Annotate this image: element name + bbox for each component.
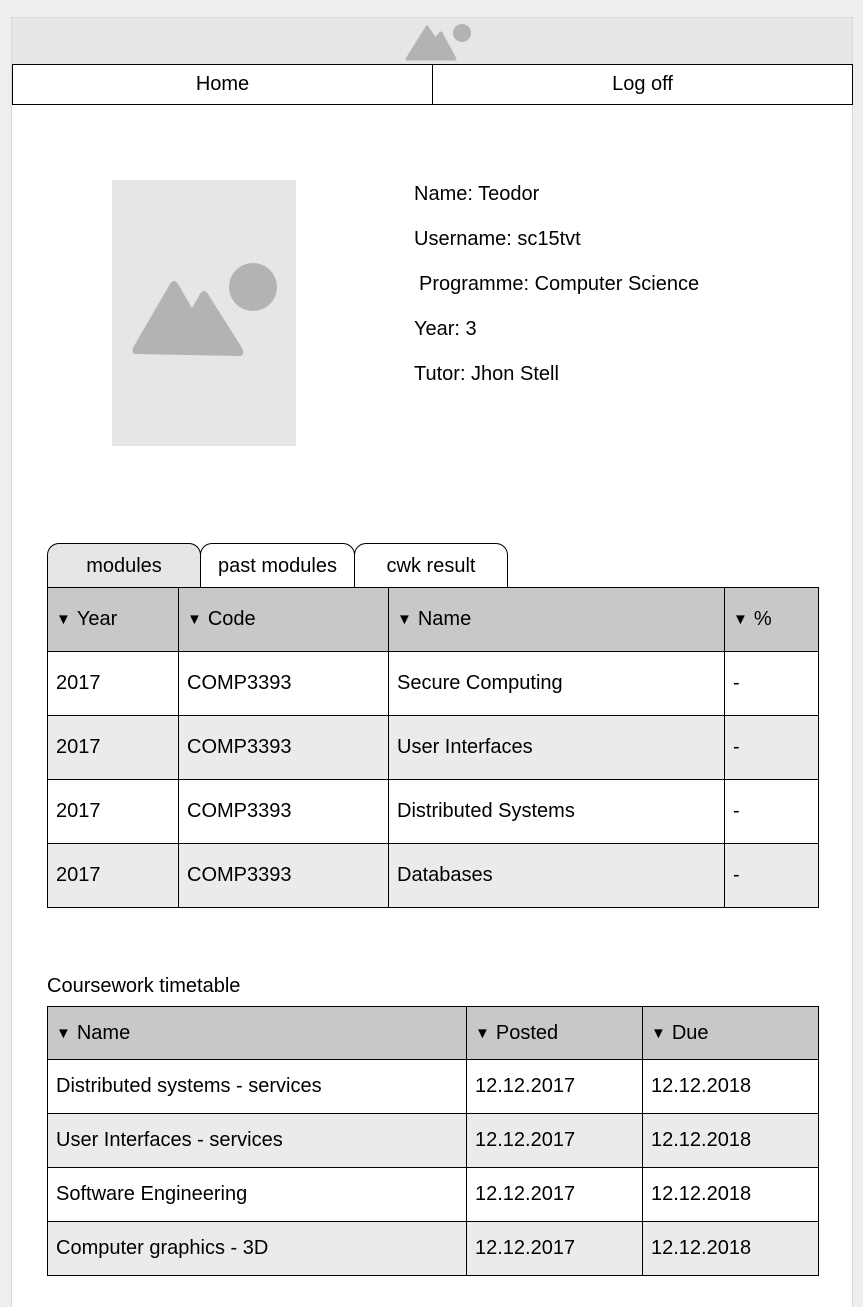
cell-name: Databases bbox=[388, 843, 725, 908]
cell-name: Computer graphics - 3D bbox=[47, 1221, 467, 1276]
cell-percent: - bbox=[724, 715, 819, 780]
sort-down-icon: ▼ bbox=[187, 611, 202, 628]
table-row[interactable]: 2017 COMP3393 Distributed Systems - bbox=[47, 779, 819, 844]
cell-percent: - bbox=[724, 843, 819, 908]
top-nav: Home Log off bbox=[12, 64, 853, 105]
cell-name: Distributed systems - services bbox=[47, 1059, 467, 1114]
table-row[interactable]: User Interfaces - services 12.12.2017 12… bbox=[47, 1113, 819, 1168]
cell-posted: 12.12.2017 bbox=[466, 1221, 643, 1276]
banner bbox=[11, 17, 853, 65]
cell-code: COMP3393 bbox=[178, 779, 389, 844]
cell-due: 12.12.2018 bbox=[642, 1167, 819, 1222]
sort-down-icon: ▼ bbox=[651, 1024, 666, 1042]
column-header-name[interactable]: ▼ Name bbox=[47, 1006, 467, 1060]
cell-year: 2017 bbox=[47, 651, 179, 716]
tab-modules[interactable]: modules bbox=[47, 543, 201, 588]
cell-code: COMP3393 bbox=[178, 843, 389, 908]
tab-past-modules[interactable]: past modules bbox=[200, 543, 355, 588]
table-row[interactable]: 2017 COMP3393 User Interfaces - bbox=[47, 715, 819, 780]
column-header-due[interactable]: ▼ Due bbox=[642, 1006, 819, 1060]
nav-home[interactable]: Home bbox=[13, 65, 432, 104]
cell-posted: 12.12.2017 bbox=[466, 1059, 643, 1114]
sort-down-icon: ▼ bbox=[56, 1024, 71, 1042]
cell-year: 2017 bbox=[47, 779, 179, 844]
table-row[interactable]: Software Engineering 12.12.2017 12.12.20… bbox=[47, 1167, 819, 1222]
cell-due: 12.12.2018 bbox=[642, 1059, 819, 1114]
modules-table: ▼ Year ▼ Code ▼ Name ▼% 2017 COMP3393 Secur… bbox=[47, 587, 819, 908]
image-placeholder-icon bbox=[132, 263, 277, 356]
sort-down-icon: ▼ bbox=[475, 1024, 490, 1042]
cell-due: 12.12.2018 bbox=[642, 1113, 819, 1168]
table-row[interactable]: 2017 COMP3393 Secure Computing - bbox=[47, 651, 819, 716]
cell-name: User Interfaces - services bbox=[47, 1113, 467, 1168]
cell-posted: 12.12.2017 bbox=[466, 1113, 643, 1168]
table-row[interactable]: Computer graphics - 3D 12.12.2017 12.12.… bbox=[47, 1221, 819, 1276]
sort-down-icon: ▼ bbox=[733, 611, 748, 628]
cell-code: COMP3393 bbox=[178, 715, 389, 780]
tab-cwk-result[interactable]: cwk result bbox=[354, 543, 508, 588]
cell-code: COMP3393 bbox=[178, 651, 389, 716]
cell-name: Distributed Systems bbox=[388, 779, 725, 844]
profile-username: Username: sc15tvt bbox=[414, 228, 581, 250]
coursework-title: Coursework timetable bbox=[47, 975, 241, 997]
profile-year: Year: 3 bbox=[414, 318, 477, 340]
image-placeholder-icon bbox=[405, 24, 471, 61]
sort-down-icon: ▼ bbox=[397, 611, 412, 628]
column-header-year[interactable]: ▼ Year bbox=[47, 587, 179, 652]
cell-name: User Interfaces bbox=[388, 715, 725, 780]
avatar bbox=[112, 180, 296, 446]
cell-due: 12.12.2018 bbox=[642, 1221, 819, 1276]
profile-programme: Programme: Computer Science bbox=[419, 273, 700, 295]
cell-percent: - bbox=[724, 651, 819, 716]
column-header-code[interactable]: ▼ Code bbox=[178, 587, 389, 652]
table-row[interactable]: Distributed systems - services 12.12.201… bbox=[47, 1059, 819, 1114]
column-header-posted[interactable]: ▼ Posted bbox=[466, 1006, 643, 1060]
cell-year: 2017 bbox=[47, 843, 179, 908]
cell-percent: - bbox=[724, 779, 819, 844]
cell-posted: 12.12.2017 bbox=[466, 1167, 643, 1222]
column-header-percent[interactable]: ▼% bbox=[724, 587, 819, 652]
cell-name: Software Engineering bbox=[47, 1167, 467, 1222]
cell-name: Secure Computing bbox=[388, 651, 725, 716]
table-row[interactable]: 2017 COMP3393 Databases - bbox=[47, 843, 819, 908]
table-header-row: ▼ Year ▼ Code ▼ Name ▼% bbox=[47, 587, 819, 652]
profile-tutor: Tutor: Jhon Stell bbox=[414, 363, 559, 385]
nav-log-off[interactable]: Log off bbox=[432, 65, 852, 104]
profile-name: Name: Teodor bbox=[414, 183, 540, 205]
column-header-name[interactable]: ▼ Name bbox=[388, 587, 725, 652]
table-header-row: ▼ Name ▼ Posted ▼ Due bbox=[47, 1006, 819, 1060]
coursework-table: ▼ Name ▼ Posted ▼ Due Distributed systems -… bbox=[47, 1006, 819, 1276]
cell-year: 2017 bbox=[47, 715, 179, 780]
sort-down-icon: ▼ bbox=[56, 611, 71, 628]
